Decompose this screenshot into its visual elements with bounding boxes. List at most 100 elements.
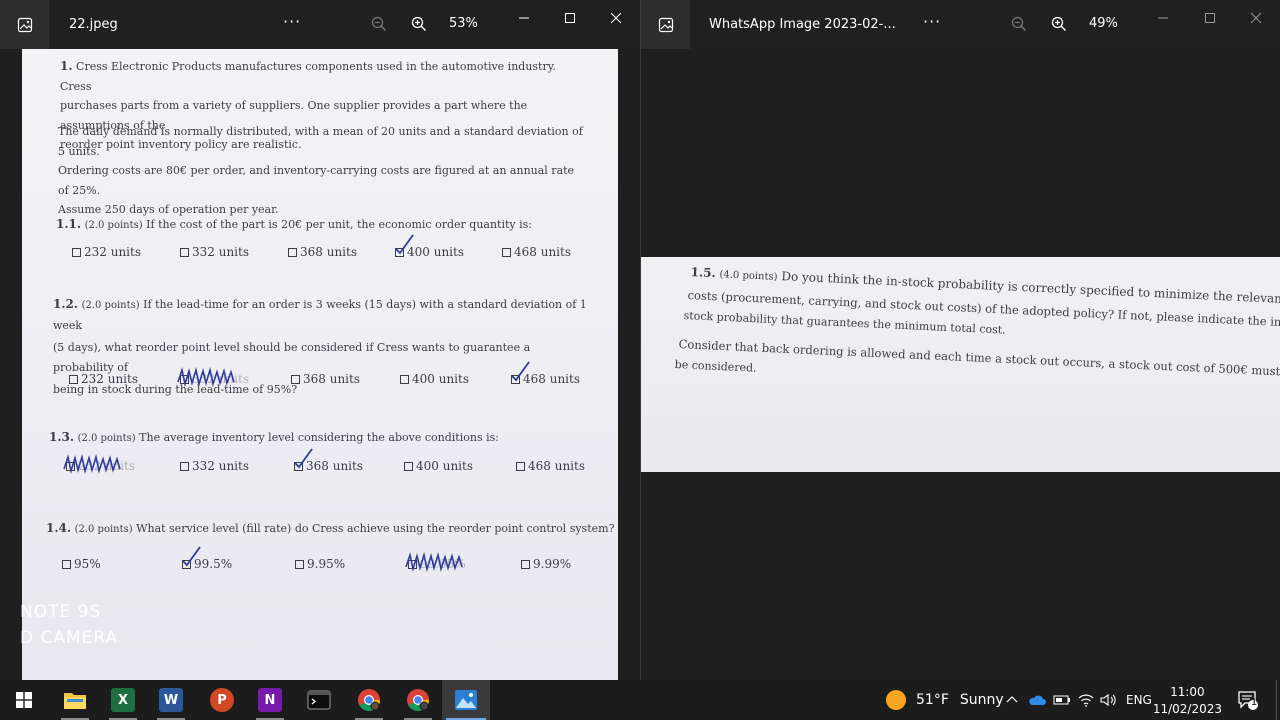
- answer-option-label: 9.95%: [307, 557, 346, 571]
- taskbar-chrome-profile-1[interactable]: [345, 680, 393, 720]
- details-paragraph: The daily demand is normally distributed…: [58, 122, 588, 220]
- question-points: (2.0 points): [77, 433, 136, 444]
- answer-option: 332 units: [177, 366, 249, 388]
- checkbox-icon: [288, 247, 297, 257]
- battery-icon: [1053, 695, 1070, 705]
- taskbar-terminal[interactable]: [295, 680, 343, 720]
- clock-date: 11/02/2023: [1152, 702, 1222, 716]
- powerpoint-icon: P: [210, 688, 234, 712]
- window-title: 22.jpeg: [69, 17, 118, 32]
- checkbox-icon: [69, 374, 78, 384]
- details-line: Ordering costs are 80€ per order, and in…: [58, 164, 575, 197]
- answer-option: 400 units: [400, 372, 469, 386]
- photos-window-left: 22.jpeg ··· 53% 1. Cress Electronic Prod…: [0, 0, 640, 680]
- answer-option-label: 468 units: [528, 459, 585, 473]
- onedrive-tray[interactable]: [1028, 680, 1046, 720]
- question-number: 1.5.: [690, 265, 717, 281]
- title-bar[interactable]: WhatsApp Image 2023-02-... ··· 49%: [641, 0, 1280, 49]
- photos-icon: [455, 690, 477, 710]
- checkbox-icon: [295, 559, 304, 569]
- taskbar-photos[interactable]: [442, 680, 490, 720]
- camera-watermark-line: D CAMERA: [20, 628, 119, 648]
- question-number: 1.4.: [46, 521, 72, 535]
- zoom-in-icon[interactable]: [1049, 14, 1069, 34]
- answer-option: 468 units: [516, 459, 585, 473]
- checkmark-icon: [182, 546, 201, 567]
- question-points: (2.0 points): [84, 220, 143, 231]
- answer-option-label: 232 units: [84, 245, 141, 259]
- taskbar-chrome-profile-2[interactable]: [394, 680, 442, 720]
- camera-watermark-line: NOTE 9S: [20, 602, 102, 622]
- minimize-icon[interactable]: [1151, 8, 1175, 28]
- photos-app-icon[interactable]: [0, 0, 49, 49]
- answer-option-label: 400 units: [416, 459, 473, 473]
- taskbar-powerpoint[interactable]: P: [198, 680, 246, 720]
- checkbox-icon: [180, 461, 189, 471]
- checkbox-icon: [62, 559, 71, 569]
- wifi-icon: [1078, 694, 1094, 707]
- maximize-icon[interactable]: [558, 8, 582, 28]
- answer-option: 232 units: [69, 372, 138, 386]
- question-text: If the cost of the part is 20€ per unit,…: [146, 218, 532, 231]
- zoom-out-icon[interactable]: [369, 14, 389, 34]
- taskbar-excel[interactable]: X: [99, 680, 147, 720]
- weather-widget[interactable]: 51°F Sunny: [885, 680, 1004, 720]
- chrome-icon: [407, 689, 429, 711]
- close-icon[interactable]: [1244, 8, 1268, 28]
- answer-option-label: 332 units: [192, 459, 249, 473]
- answer-option-label: 9.99%: [533, 557, 572, 571]
- taskbar-onenote[interactable]: N: [246, 680, 294, 720]
- minimize-icon[interactable]: [512, 8, 536, 28]
- question-1-4: 1.4. (2.0 points) What service level (fi…: [46, 519, 614, 540]
- more-options-button[interactable]: ···: [283, 12, 301, 31]
- answer-option: 368 units: [288, 245, 357, 259]
- show-hidden-icons-button[interactable]: [1006, 680, 1018, 720]
- more-options-button[interactable]: ···: [923, 12, 941, 31]
- battery-tray[interactable]: [1053, 680, 1071, 720]
- taskbar-file-explorer[interactable]: [51, 680, 99, 720]
- zoom-level[interactable]: 49%: [1089, 16, 1118, 31]
- question-1-1: 1.1. (2.0 points) If the cost of the par…: [56, 215, 532, 236]
- maximize-icon[interactable]: [1198, 8, 1222, 28]
- answer-option-label: 368 units: [303, 372, 360, 386]
- zoom-level[interactable]: 53%: [449, 16, 478, 31]
- clock-time: 11:00: [1170, 685, 1205, 699]
- answer-option-label: 400 units: [412, 372, 469, 386]
- windows-logo-icon: [16, 692, 32, 708]
- question-number: 1.2.: [53, 297, 79, 311]
- question-1-5-line: Consider that back ordering is allowed a…: [678, 337, 1280, 379]
- checkbox-icon: [502, 247, 511, 257]
- answer-option: 232 units: [72, 245, 141, 259]
- weather-temperature: 51°F: [916, 692, 949, 708]
- question-points: (2.0 points): [81, 300, 140, 311]
- scribble-mark: [405, 551, 463, 573]
- answer-option: 332 units: [180, 459, 249, 473]
- volume-tray[interactable]: [1100, 680, 1118, 720]
- question-text: What service level (fill rate) do Cress …: [136, 522, 615, 535]
- answer-option: 99.5%: [182, 546, 232, 571]
- taskbar-word[interactable]: W: [147, 680, 195, 720]
- question-1-5-line: be considered.: [674, 358, 757, 375]
- notification-count: 1: [1250, 697, 1258, 708]
- zoom-in-icon[interactable]: [409, 14, 429, 34]
- show-desktop-button[interactable]: [1276, 680, 1280, 720]
- folder-icon: [64, 693, 86, 709]
- close-icon[interactable]: [604, 8, 628, 28]
- zoom-out-icon[interactable]: [1009, 14, 1029, 34]
- photos-app-icon[interactable]: [641, 0, 690, 49]
- chevron-up-icon: [1006, 696, 1018, 703]
- language-indicator[interactable]: ENG: [1126, 680, 1152, 720]
- start-button[interactable]: [0, 680, 48, 720]
- answer-option-label: 95%: [74, 557, 101, 571]
- title-bar[interactable]: 22.jpeg ··· 53%: [0, 0, 640, 49]
- photos-window-right: WhatsApp Image 2023-02-... ··· 49% 1.5. …: [641, 0, 1280, 680]
- question-1-3: 1.3. (2.0 points) The average inventory …: [49, 428, 499, 449]
- checkmark-icon: [395, 234, 414, 255]
- notification-center-button[interactable]: 1: [1237, 680, 1259, 720]
- question-number: 1.: [60, 59, 73, 73]
- answer-option: 9.95%: [295, 557, 345, 571]
- clock[interactable]: 11:00 11/02/2023: [1153, 684, 1222, 718]
- wifi-tray[interactable]: [1078, 680, 1094, 720]
- word-icon: W: [159, 688, 183, 712]
- checkmark-icon: [294, 448, 313, 469]
